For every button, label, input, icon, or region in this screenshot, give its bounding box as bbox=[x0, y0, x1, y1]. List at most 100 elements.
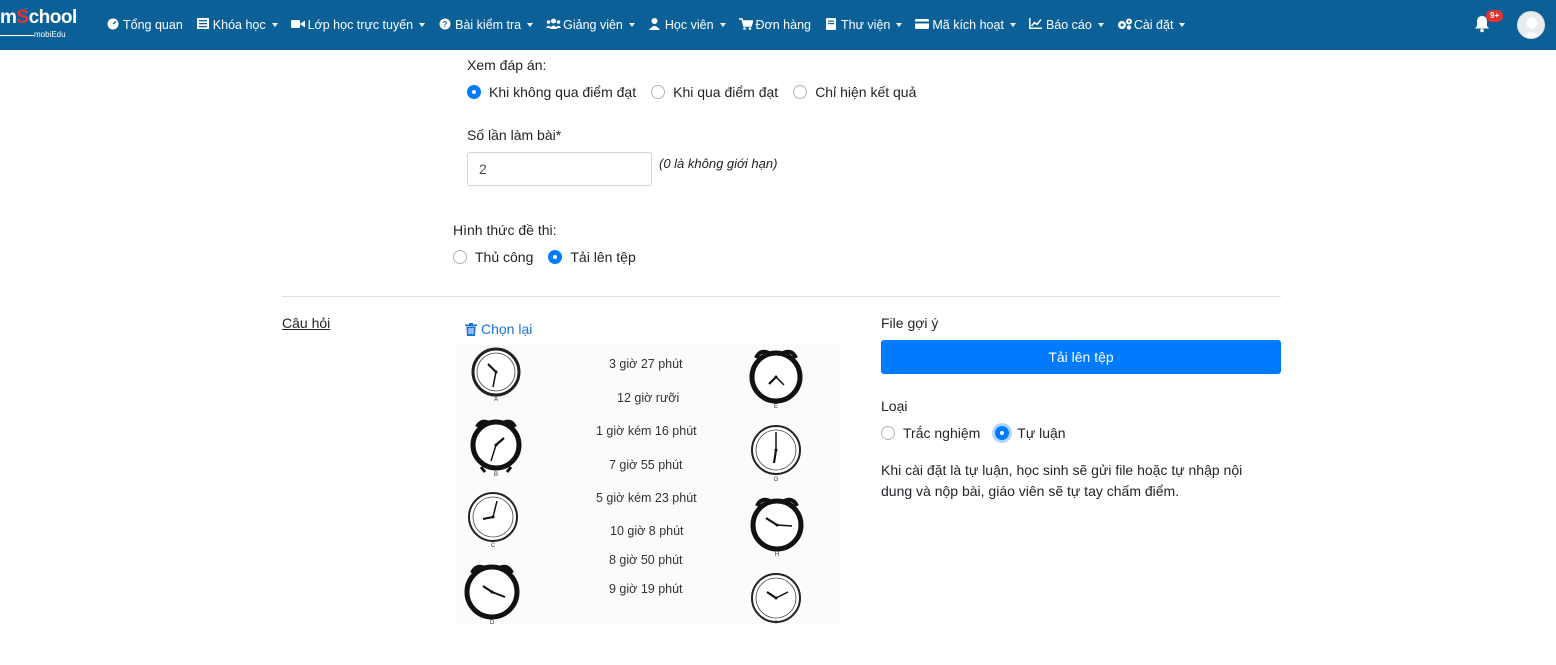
radio-view-answer-result-only[interactable]: Chỉ hiện kết quả bbox=[793, 84, 916, 100]
radio-type-essay[interactable]: Tự luận bbox=[995, 425, 1066, 441]
radio-dot-selected[interactable] bbox=[467, 85, 481, 99]
chevron-down-icon bbox=[719, 23, 726, 27]
top-navbar: mSchool mobiEdu Tổng quan Khóa học Lớp h… bbox=[0, 0, 1556, 50]
chevron-down-icon bbox=[419, 23, 426, 27]
chevron-down-icon bbox=[1179, 23, 1186, 27]
clock-letter-b: B bbox=[494, 472, 498, 477]
radio-dot[interactable] bbox=[881, 426, 895, 440]
radio-view-answer-fail[interactable]: Khi không qua điểm đạt bbox=[467, 84, 636, 100]
nav-activation-codes-label: Mã kích hoạt bbox=[932, 18, 1004, 32]
nav-courses-label: Khóa học bbox=[212, 18, 266, 32]
clock-g-icon: G bbox=[751, 425, 801, 483]
reselect-label: Chọn lại bbox=[481, 321, 533, 337]
nav-reports-label: Báo cáo bbox=[1045, 18, 1092, 32]
attempts-input[interactable]: 2 bbox=[467, 152, 652, 186]
user-icon bbox=[648, 17, 662, 33]
worksheet-time-2: 12 giờ rưỡi bbox=[617, 391, 680, 405]
nav-reports[interactable]: Báo cáo bbox=[1029, 18, 1104, 32]
question-worksheet-image: 3 giờ 27 phút 12 giờ rưỡi 1 giờ kém 16 p… bbox=[455, 345, 840, 625]
nav-orders[interactable]: Đơn hàng bbox=[738, 17, 811, 33]
exam-format-label: Hình thức đề thi: bbox=[453, 222, 557, 238]
cart-icon bbox=[738, 17, 754, 33]
chart-line-icon bbox=[1029, 18, 1043, 32]
nav-dashboard-label: Tổng quan bbox=[123, 18, 183, 32]
radio-dot[interactable] bbox=[793, 85, 808, 99]
worksheet-time-8: 9 giờ 19 phút bbox=[609, 582, 683, 596]
clock-e-icon: E bbox=[749, 349, 803, 409]
upload-file-button[interactable]: Tải lên tệp bbox=[881, 340, 1281, 374]
clock-i-icon: I bbox=[751, 573, 801, 625]
radio-type-multiple-choice[interactable]: Trắc nghiệm bbox=[881, 425, 980, 441]
users-icon bbox=[546, 18, 562, 32]
nav-tests[interactable]: ? Bài kiểm tra bbox=[438, 18, 534, 33]
user-avatar[interactable] bbox=[1517, 11, 1545, 39]
reselect-link[interactable]: Chọn lại bbox=[465, 321, 532, 337]
nav-courses[interactable]: Khóa học bbox=[196, 18, 278, 32]
radio-label: Khi qua điểm đạt bbox=[673, 84, 779, 100]
radio-label: Chỉ hiện kết quả bbox=[815, 84, 917, 100]
nav-teachers[interactable]: Giảng viên bbox=[546, 18, 635, 32]
clock-d-icon: D bbox=[464, 564, 520, 625]
clock-letter-e: E bbox=[774, 404, 778, 409]
nav-online-class[interactable]: Lớp học trực tuyến bbox=[290, 18, 426, 32]
svg-text:?: ? bbox=[443, 20, 448, 29]
chevron-down-icon bbox=[1009, 23, 1016, 27]
radio-format-manual[interactable]: Thủ công bbox=[453, 249, 533, 265]
nav-activation-codes[interactable]: Mã kích hoạt bbox=[915, 18, 1016, 32]
radio-dot-selected[interactable] bbox=[548, 250, 563, 264]
logo-underline bbox=[0, 35, 34, 36]
clock-letter-d: D bbox=[490, 620, 495, 625]
radio-label: Thủ công bbox=[475, 249, 534, 265]
dashboard-icon bbox=[106, 18, 120, 33]
list-icon bbox=[196, 18, 210, 32]
radio-label: Tự luận bbox=[1017, 425, 1066, 441]
worksheet-time-4: 7 giờ 55 phút bbox=[609, 458, 683, 472]
chevron-down-icon bbox=[628, 23, 635, 27]
worksheet-time-5: 5 giờ kém 23 phút bbox=[596, 491, 697, 505]
nav-library[interactable]: Thư viện bbox=[824, 17, 903, 33]
chevron-down-icon bbox=[527, 23, 534, 27]
clock-letter-g: G bbox=[774, 477, 779, 483]
radio-label: Khi không qua điểm đạt bbox=[489, 84, 637, 100]
nav-orders-label: Đơn hàng bbox=[755, 18, 811, 32]
cogs-icon bbox=[1117, 18, 1132, 33]
logo-sub-text: mobiEdu bbox=[34, 30, 66, 39]
mschool-logo[interactable]: mSchool mobiEdu bbox=[0, 8, 88, 42]
radio-view-answer-pass[interactable]: Khi qua điểm đạt bbox=[651, 84, 778, 100]
nav-online-class-label: Lớp học trực tuyến bbox=[307, 18, 414, 32]
type-label: Loại bbox=[881, 398, 908, 414]
nav-students-label: Học viên bbox=[664, 18, 714, 32]
chevron-down-icon bbox=[1097, 23, 1104, 27]
type-radio-group: Trắc nghiệm Tự luận bbox=[881, 425, 1081, 441]
nav-settings[interactable]: Cài đặt bbox=[1117, 18, 1186, 33]
question-section-title: Câu hỏi bbox=[282, 315, 331, 331]
book-icon bbox=[824, 17, 838, 33]
worksheet-time-3: 1 giờ kém 16 phút bbox=[596, 424, 697, 438]
chevron-down-icon bbox=[896, 23, 903, 27]
nav-dashboard[interactable]: Tổng quan bbox=[106, 18, 183, 33]
worksheet-time-7: 8 giờ 50 phút bbox=[609, 553, 683, 567]
nav-library-label: Thư viện bbox=[841, 18, 891, 32]
view-answer-label: Xem đáp án: bbox=[467, 57, 547, 73]
notification-badge: 9+ bbox=[1486, 10, 1504, 22]
radio-label: Tải lên tệp bbox=[570, 249, 636, 265]
attempts-label: Số lần làm bài* bbox=[467, 127, 562, 143]
section-divider bbox=[282, 296, 1281, 297]
clock-h-icon: H bbox=[750, 497, 804, 557]
main-menu: Tổng quan Khóa học Lớp học trực tuyến ? … bbox=[106, 0, 1198, 50]
radio-dot-selected[interactable] bbox=[995, 426, 1010, 440]
attempts-hint: (0 là không giới hạn) bbox=[659, 156, 778, 171]
radio-dot[interactable] bbox=[651, 85, 666, 99]
nav-settings-label: Cài đặt bbox=[1133, 18, 1174, 32]
radio-format-upload[interactable]: Tải lên tệp bbox=[548, 249, 636, 265]
radio-label: Trắc nghiệm bbox=[903, 425, 981, 441]
nav-teachers-label: Giảng viên bbox=[563, 18, 623, 32]
worksheet-time-1: 3 giờ 27 phút bbox=[609, 357, 683, 371]
nav-students[interactable]: Học viên bbox=[648, 17, 726, 33]
view-answer-radio-group: Khi không qua điểm đạt Khi qua điểm đạt … bbox=[467, 84, 931, 100]
file-hint-label: File gợi ý bbox=[881, 315, 939, 331]
clock-a-icon: A bbox=[471, 347, 521, 403]
clock-letter-a: A bbox=[494, 397, 498, 403]
radio-dot[interactable] bbox=[453, 250, 467, 264]
worksheet-time-6: 10 giờ 8 phút bbox=[610, 524, 684, 538]
